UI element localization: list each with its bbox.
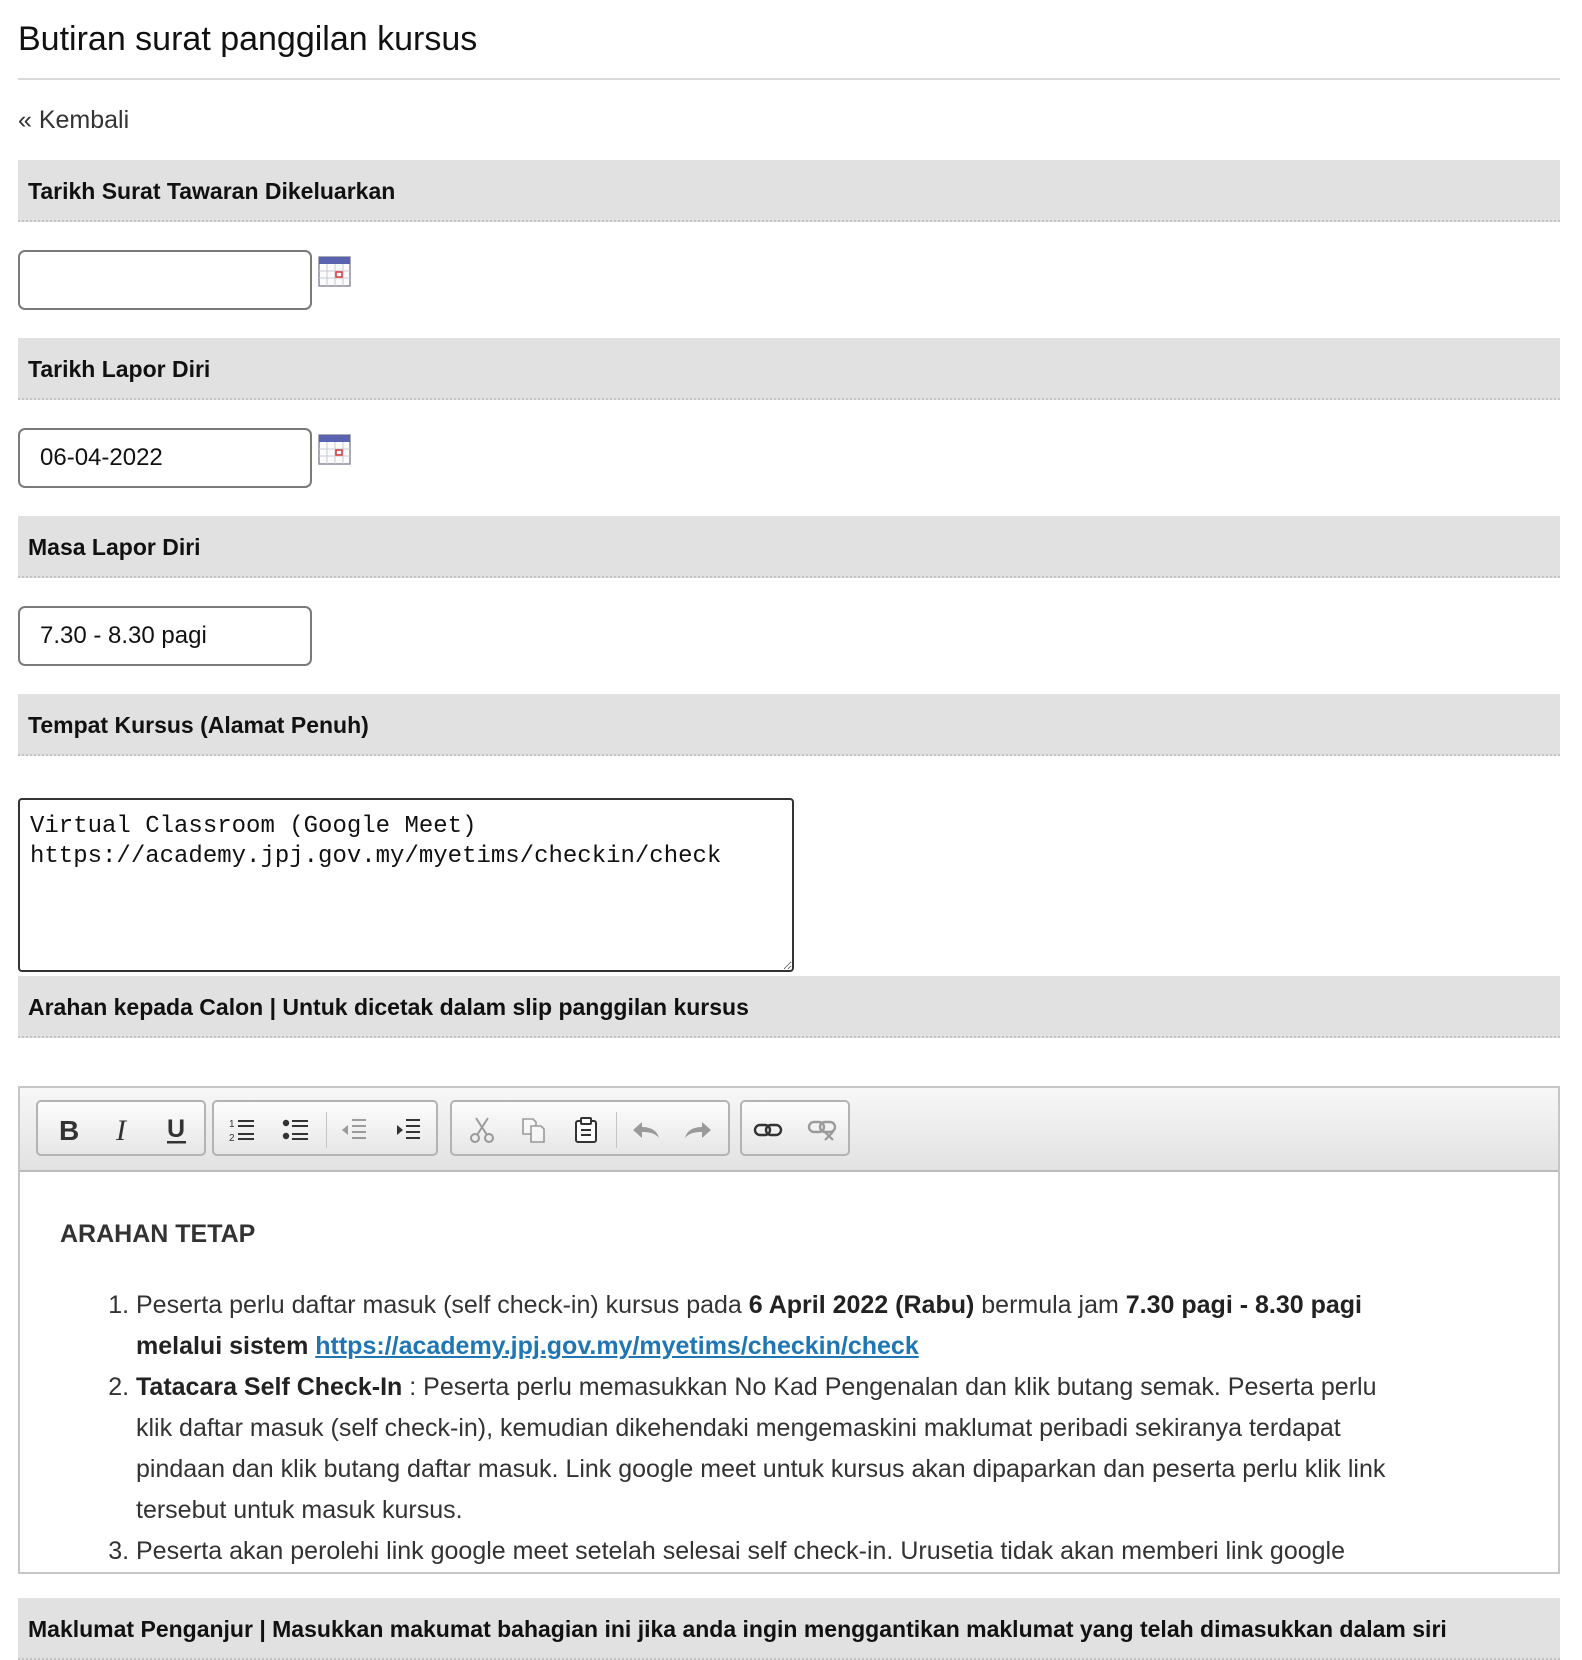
toolbar-group-link bbox=[740, 1100, 850, 1156]
calendar-icon[interactable] bbox=[318, 256, 352, 288]
page-title: Butiran surat panggilan kursus bbox=[18, 20, 478, 58]
outdent-icon[interactable] bbox=[334, 1110, 374, 1150]
arahan-list: Peserta perlu daftar masuk (self check-i… bbox=[60, 1285, 1400, 1572]
undo-icon[interactable] bbox=[626, 1110, 666, 1150]
arahan-heading: ARAHAN TETAP bbox=[60, 1220, 256, 1248]
back-link[interactable]: « Kembali bbox=[18, 106, 129, 135]
checkin-link[interactable]: https://academy.jpj.gov.my/myetims/check… bbox=[315, 1332, 918, 1360]
editor-content[interactable]: ARAHAN TETAP Peserta perlu daftar masuk … bbox=[20, 1172, 1558, 1572]
tarikh-surat-input[interactable] bbox=[18, 250, 312, 310]
list-item: Tatacara Self Check-In : Peserta perlu m… bbox=[136, 1367, 1400, 1531]
svg-text:I: I bbox=[115, 1115, 128, 1145]
section-masa-lapor: Masa Lapor Diri bbox=[18, 516, 1560, 578]
toolbar-group-clipboard bbox=[450, 1100, 730, 1156]
page: Butiran surat panggilan kursus « Kembali… bbox=[0, 0, 1582, 1660]
toolbar-group-format: B I U bbox=[36, 1100, 206, 1156]
list-item-text: Peserta akan perolehi link google meet s… bbox=[136, 1537, 1345, 1565]
list-item-text: Peserta perlu daftar masuk (self check-i… bbox=[136, 1291, 749, 1319]
editor-toolbar: B I U 1 2 bbox=[20, 1088, 1558, 1172]
section-tarikh-surat: Tarikh Surat Tawaran Dikeluarkan bbox=[18, 160, 1560, 222]
underline-icon[interactable]: U bbox=[156, 1110, 196, 1150]
rich-text-editor[interactable]: B I U 1 2 ARAHAN TETAP 1. Peserta perlu … bbox=[18, 1086, 1560, 1574]
svg-text:U: U bbox=[167, 1115, 185, 1143]
indent-icon[interactable] bbox=[388, 1110, 428, 1150]
title-divider bbox=[18, 78, 1560, 80]
tempat-kursus-textarea[interactable]: Virtual Classroom (Google Meet) https://… bbox=[18, 798, 794, 972]
svg-text:1: 1 bbox=[229, 1119, 235, 1130]
unlink-icon[interactable] bbox=[802, 1110, 842, 1150]
bullet-list-icon[interactable] bbox=[276, 1110, 316, 1150]
toolbar-separator bbox=[616, 1112, 617, 1148]
list-item-text: bermula jam bbox=[974, 1291, 1126, 1319]
list-item: Peserta akan perolehi link google meet s… bbox=[136, 1531, 1400, 1572]
section-arahan: Arahan kepada Calon | Untuk dicetak dala… bbox=[18, 976, 1560, 1038]
tarikh-lapor-input[interactable] bbox=[18, 428, 312, 488]
paste-icon[interactable] bbox=[566, 1110, 606, 1150]
svg-text:2: 2 bbox=[229, 1133, 235, 1144]
link-icon[interactable] bbox=[748, 1110, 788, 1150]
calendar-icon[interactable] bbox=[318, 434, 352, 466]
list-item: Peserta perlu daftar masuk (self check-i… bbox=[136, 1285, 1400, 1367]
redo-icon[interactable] bbox=[678, 1110, 718, 1150]
cut-icon[interactable] bbox=[462, 1110, 502, 1150]
toolbar-group-list: 1 2 bbox=[212, 1100, 438, 1156]
list-item-bold: 6 April 2022 (Rabu) bbox=[748, 1291, 975, 1319]
section-tempat-kursus: Tempat Kursus (Alamat Penuh) bbox=[18, 694, 1560, 756]
svg-text:B: B bbox=[59, 1115, 79, 1145]
masa-lapor-input[interactable] bbox=[18, 606, 312, 666]
toolbar-separator bbox=[326, 1112, 327, 1148]
italic-icon[interactable]: I bbox=[102, 1110, 142, 1150]
bold-icon[interactable]: B bbox=[48, 1110, 88, 1150]
list-item-bold: Tatacara Self Check-In bbox=[136, 1373, 403, 1401]
section-penganjur: Maklumat Penganjur | Masukkan makumat ba… bbox=[18, 1598, 1560, 1660]
numbered-list-icon[interactable]: 1 2 bbox=[222, 1110, 262, 1150]
section-tarikh-lapor: Tarikh Lapor Diri bbox=[18, 338, 1560, 400]
copy-icon[interactable] bbox=[514, 1110, 554, 1150]
